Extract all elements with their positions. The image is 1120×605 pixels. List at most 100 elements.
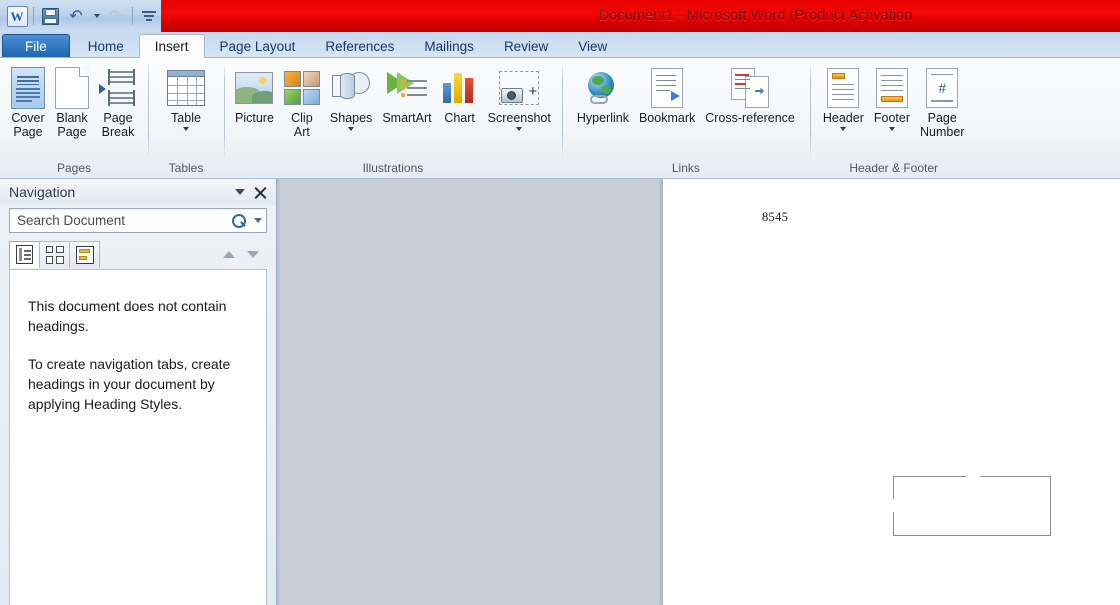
title-bar: W ↶ ↷ Document1 - Microsoft Word (Produc… xyxy=(0,0,1120,32)
smartart-button[interactable]: SmartArt xyxy=(377,62,436,125)
ribbon-group-illustrations: Picture Clip Art Shapes xyxy=(224,58,562,178)
table-icon xyxy=(167,64,205,111)
clip-art-icon xyxy=(284,64,320,111)
table-label: Table xyxy=(171,111,201,125)
hyperlink-button[interactable]: Hyperlink xyxy=(572,62,634,125)
navigation-pane-header: Navigation xyxy=(0,179,276,205)
browse-results-tab[interactable] xyxy=(69,241,100,268)
footer-dropdown-icon[interactable] xyxy=(889,127,895,131)
bookmark-label: Bookmark xyxy=(639,111,695,125)
quick-access-toolbar: W ↶ ↷ xyxy=(0,0,162,32)
search-icon[interactable] xyxy=(232,214,246,228)
navigation-pane-title: Navigation xyxy=(9,184,230,200)
cover-page-button[interactable]: Cover Page xyxy=(6,62,50,139)
search-options-dropdown-icon[interactable] xyxy=(254,218,262,223)
footer-button[interactable]: Footer xyxy=(869,62,915,131)
document-area-shadow xyxy=(277,179,281,605)
tab-references[interactable]: References xyxy=(310,34,409,58)
table-dropdown-icon[interactable] xyxy=(183,127,189,131)
browse-pages-tab[interactable] xyxy=(39,241,70,268)
document-area[interactable]: 8545 xyxy=(277,179,1120,605)
shapes-label: Shapes xyxy=(330,111,372,125)
cover-page-icon xyxy=(11,64,45,111)
ribbon-group-tables: Table Tables xyxy=(148,58,224,178)
page-number-icon: # xyxy=(926,64,958,111)
customize-icon[interactable] xyxy=(136,4,162,28)
save-icon[interactable] xyxy=(37,4,63,28)
tab-view[interactable]: View xyxy=(563,34,622,58)
create-headings-hint: To create navigation tabs, create headin… xyxy=(28,354,248,414)
shapes-icon xyxy=(332,64,370,111)
search-box[interactable] xyxy=(9,208,267,233)
table-button[interactable]: Table xyxy=(162,62,210,131)
search-input[interactable] xyxy=(17,213,232,228)
ribbon-tabstrip: File Home Insert Page Layout References … xyxy=(0,32,1120,58)
navigation-search-area xyxy=(0,205,276,239)
close-icon[interactable] xyxy=(250,182,270,202)
blank-page-icon xyxy=(55,64,89,111)
tab-page-layout[interactable]: Page Layout xyxy=(205,34,311,58)
window-title: Document1 - Microsoft Word (Product Acti… xyxy=(599,8,913,24)
tab-file[interactable]: File xyxy=(2,34,70,58)
blank-page-button[interactable]: Blank Page xyxy=(50,62,94,139)
chart-label: Chart xyxy=(444,111,475,125)
ribbon-group-header-footer-title: Header & Footer xyxy=(810,160,978,178)
next-result-icon[interactable] xyxy=(247,251,259,258)
toolbar-divider xyxy=(33,7,34,25)
hyperlink-icon xyxy=(586,64,620,111)
no-headings-message: This document does not contain headings. xyxy=(28,296,248,336)
undo-dropdown-icon[interactable] xyxy=(89,4,103,28)
screenshot-dropdown-icon[interactable] xyxy=(516,127,522,131)
page-number-label: Page Number xyxy=(920,111,964,139)
blank-page-label: Blank Page xyxy=(56,111,87,139)
bookmark-button[interactable]: Bookmark xyxy=(634,62,700,125)
picture-icon xyxy=(235,64,273,111)
tab-mailings[interactable]: Mailings xyxy=(409,34,489,58)
page-number-button[interactable]: # Page Number xyxy=(915,62,969,139)
workspace: Navigation xyxy=(0,179,1120,605)
header-button[interactable]: Header xyxy=(818,62,869,131)
shapes-button[interactable]: Shapes xyxy=(325,62,377,131)
page-break-button[interactable]: Page Break xyxy=(94,62,142,139)
ribbon-group-links-title: Links xyxy=(562,160,810,178)
toolbar-divider-2 xyxy=(132,7,133,25)
cross-reference-button[interactable]: Cross-reference xyxy=(700,62,800,125)
picture-button[interactable]: Picture xyxy=(230,62,279,125)
ribbon-group-header-footer: Header Footer xyxy=(810,58,978,178)
browse-headings-tab[interactable] xyxy=(9,241,40,268)
navigation-options-caret-icon[interactable] xyxy=(230,182,250,202)
redo-icon[interactable]: ↷ xyxy=(103,4,129,28)
text-box-placeholder[interactable] xyxy=(893,476,1051,536)
shapes-dropdown-icon[interactable] xyxy=(348,127,354,131)
bookmark-icon xyxy=(651,64,683,111)
document-page[interactable]: 8545 xyxy=(663,179,1120,605)
ribbon-group-pages: Cover Page Blank Page xyxy=(0,58,148,178)
header-dropdown-icon[interactable] xyxy=(840,127,846,131)
word-window: W ↶ ↷ Document1 - Microsoft Word (Produc… xyxy=(0,0,1120,605)
search-results-icon xyxy=(76,246,94,264)
screenshot-icon: + xyxy=(499,64,539,111)
header-label: Header xyxy=(823,111,864,125)
page-break-icon xyxy=(99,64,137,111)
tab-review[interactable]: Review xyxy=(489,34,563,58)
undo-icon[interactable]: ↶ xyxy=(63,4,89,28)
screenshot-button[interactable]: + Screenshot xyxy=(483,62,556,131)
previous-result-icon[interactable] xyxy=(223,251,235,258)
smartart-label: SmartArt xyxy=(382,111,431,125)
headings-icon xyxy=(16,245,33,264)
redo-glyph: ↷ xyxy=(109,8,122,24)
word-logo-icon[interactable]: W xyxy=(4,4,30,28)
document-body-text[interactable]: 8545 xyxy=(762,210,788,225)
clip-art-label: Clip Art xyxy=(291,111,313,139)
title-bar-background: Document1 - Microsoft Word (Product Acti… xyxy=(161,0,1120,32)
ribbon-group-tables-title: Tables xyxy=(148,160,224,178)
navigation-results-area: This document does not contain headings.… xyxy=(9,269,267,605)
pages-thumbnail-icon xyxy=(46,246,64,264)
picture-label: Picture xyxy=(235,111,274,125)
tab-insert[interactable]: Insert xyxy=(139,34,205,58)
tab-home[interactable]: Home xyxy=(73,34,139,58)
cover-page-label: Cover Page xyxy=(11,111,44,139)
ribbon: Cover Page Blank Page xyxy=(0,58,1120,179)
clip-art-button[interactable]: Clip Art xyxy=(279,62,325,139)
chart-button[interactable]: Chart xyxy=(437,62,483,125)
